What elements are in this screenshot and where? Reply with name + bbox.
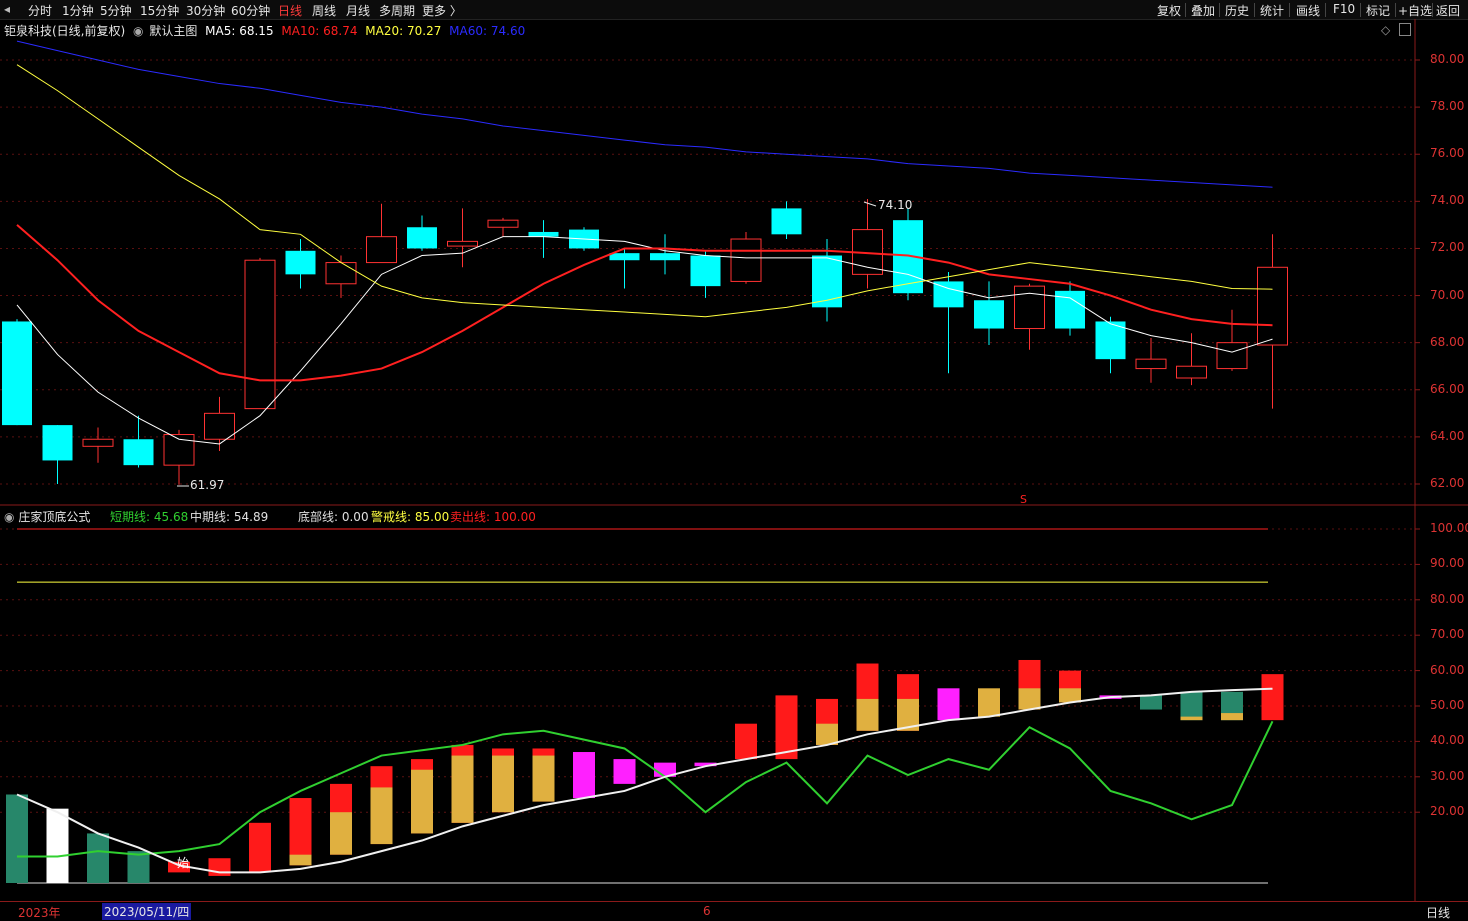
indicator-bar: [1180, 691, 1203, 721]
high-price-marker: 74.10: [878, 198, 913, 212]
candle-body-down: [690, 255, 721, 287]
indicator-bar: [6, 794, 28, 883]
mid-term-line: [16, 687, 1273, 874]
indicator-bar-gold: [451, 755, 474, 823]
indicator-tick-label: 60.00: [1430, 662, 1465, 677]
candle-body-up: [1176, 365, 1207, 379]
indicator-bar-gold: [1059, 688, 1081, 703]
candle-body-up: [1216, 342, 1248, 370]
price-tick-label: 80.00: [1430, 52, 1465, 66]
price-tick-label: 68.00: [1430, 334, 1465, 349]
candle-body-down: [2, 321, 32, 426]
indicator-tick-label: 80.00: [1430, 591, 1465, 606]
candle-body-down: [42, 425, 73, 461]
price-tick-label: 66.00: [1430, 381, 1465, 396]
indicator-bar-gold: [1221, 713, 1243, 721]
candle-body-up: [1135, 358, 1167, 370]
sell-signal-marker: S: [1020, 493, 1027, 506]
indicator-tick-label: 20.00: [1430, 804, 1465, 819]
indicator-bar: [87, 833, 109, 883]
candle-body-down: [528, 231, 559, 237]
indicator-bar: [1261, 674, 1284, 721]
indicator-tick-label: 40.00: [1430, 733, 1465, 748]
candle-body-down: [407, 227, 437, 249]
kline-chart[interactable]: [0, 0, 1468, 919]
price-tick-label: 72.00: [1430, 240, 1465, 255]
indicator-bar-gold: [856, 698, 879, 731]
indicator-tick-label: 70.00: [1430, 627, 1465, 642]
candle-body-down: [650, 253, 680, 261]
candle-body-down: [812, 255, 842, 308]
indicator-bar-gold: [492, 755, 514, 813]
price-tick-label: 78.00: [1430, 99, 1465, 114]
candle-body-down: [609, 253, 640, 261]
indicator-bar: [573, 752, 595, 799]
indicator-bar: [613, 759, 636, 784]
candle-body-up: [730, 238, 762, 282]
indicator-bar: [46, 808, 69, 883]
candle-body-up: [366, 236, 397, 264]
candle-body-up: [325, 262, 357, 285]
period-label[interactable]: 日线: [1426, 904, 1450, 921]
candle-body-up: [1257, 266, 1288, 346]
indicator-bar: [1140, 695, 1162, 710]
year-label: 2023年: [18, 906, 61, 920]
ma-line-ma20: [16, 64, 1273, 318]
indicator-bar-gold: [532, 755, 555, 802]
indicator-bar: [127, 851, 150, 883]
month-label: 6: [703, 904, 711, 918]
candle-body-up: [82, 438, 114, 447]
indicator-bar: [735, 723, 757, 760]
indicator-tick-label: 90.00: [1430, 556, 1465, 571]
price-tick-label: 70.00: [1430, 287, 1465, 302]
indicator-tick-label: 30.00: [1430, 768, 1465, 783]
indicator-tick-label: 50.00: [1430, 698, 1465, 712]
candle-body-up: [204, 412, 235, 440]
candle-body-up: [244, 259, 276, 410]
ma-line-ma60: [16, 40, 1273, 188]
indicator-bar-gold: [411, 769, 433, 834]
price-tick-label: 74.00: [1430, 193, 1465, 208]
indicator-bar-gold: [370, 787, 393, 845]
indicator-bar: [775, 695, 798, 760]
indicator-bar-gold: [1180, 716, 1203, 721]
high-marker-arrow: [863, 201, 877, 207]
indicator-bar-gold: [816, 723, 838, 745]
low-price-marker: 61.97: [190, 478, 225, 492]
indicator-bar-gold: [289, 854, 312, 866]
candle-body-down: [771, 208, 802, 235]
indicator-bar: [249, 822, 271, 873]
indicator-bar: [937, 688, 960, 721]
cursor-date: 2023/05/11/四: [102, 903, 192, 920]
candle-body-down: [285, 250, 316, 275]
indicator-tick-label: 100.00: [1430, 521, 1468, 535]
price-tick-label: 64.00: [1430, 428, 1465, 443]
candle-body-up: [447, 240, 478, 247]
start-marker: 始: [177, 856, 190, 870]
candle-body-down: [974, 300, 1004, 329]
date-axis: 2023年 2023/05/11/四 6 日线: [0, 901, 1468, 920]
price-tick-label: 62.00: [1430, 476, 1465, 490]
price-tick-label: 76.00: [1430, 146, 1465, 161]
indicator-bar: [978, 688, 1000, 717]
indicator-bar-gold: [1018, 688, 1041, 710]
candle-body-up: [1014, 285, 1045, 330]
candle-body-up: [487, 219, 519, 228]
indicator-bar-gold: [330, 812, 352, 855]
candle-body-down: [123, 439, 154, 466]
